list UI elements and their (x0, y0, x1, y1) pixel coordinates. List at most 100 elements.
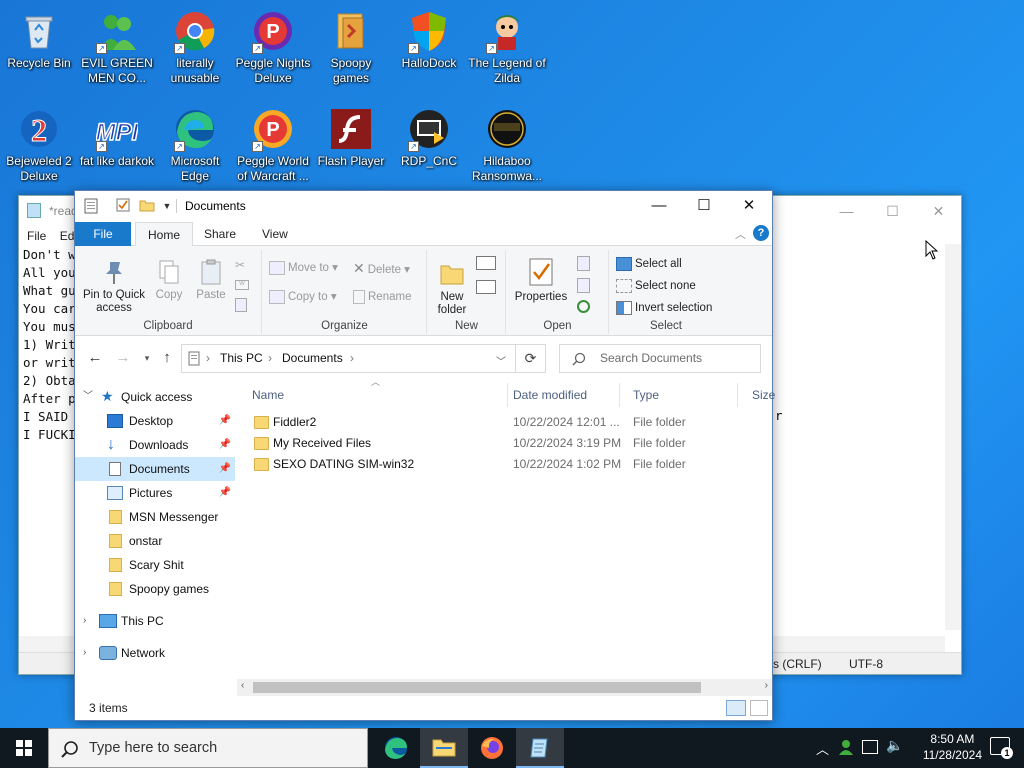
breadcrumb-separator[interactable]: › (268, 351, 272, 365)
expand-chevron-icon[interactable]: › (83, 641, 86, 665)
nav-network[interactable]: › Network (75, 641, 235, 665)
copy-button[interactable]: Copy (153, 258, 185, 302)
scroll-left-arrow-icon[interactable]: ‹ (241, 680, 244, 691)
help-icon[interactable]: ? (753, 225, 769, 241)
rename-button[interactable]: Rename (353, 287, 411, 307)
peggle-wow-shortcut[interactable]: P ↗ Peggle World of Warcraft ... (234, 108, 312, 184)
easy-access-icon[interactable] (476, 280, 496, 294)
history-icon[interactable] (577, 300, 590, 313)
evil-green-men-shortcut[interactable]: ↗ EVIL GREEN MEN CO... (78, 10, 156, 86)
expand-chevron-icon[interactable]: › (83, 609, 86, 633)
network-status-icon[interactable] (862, 740, 878, 754)
column-header-type[interactable]: Type (618, 383, 738, 407)
notepad-maximize-button[interactable]: ☐ (870, 200, 915, 222)
file-row[interactable]: Fiddler2 10/22/2024 12:01 ... File folde… (252, 412, 772, 433)
tab-share[interactable]: Share (192, 222, 248, 246)
taskbar-clock[interactable]: 8:50 AM 11/28/2024 (923, 731, 982, 763)
notepad-menu-file[interactable]: File (27, 229, 46, 243)
explorer-minimize-button[interactable]: — (636, 191, 682, 221)
explorer-maximize-button[interactable]: ☐ (681, 191, 727, 221)
nav-item-documents[interactable]: Documents 📌 (75, 457, 235, 481)
legend-of-zilda-shortcut[interactable]: ↗ The Legend of Zilda (468, 10, 546, 86)
breadcrumb-this-pc[interactable]: This PC (220, 351, 263, 365)
address-history-dropdown[interactable]: ﹀ (496, 353, 506, 368)
forward-button[interactable]: → (113, 348, 133, 368)
hallodock-shortcut[interactable]: ↗ HalloDock (390, 10, 468, 71)
nav-quick-access[interactable]: ﹀ ★ Quick access (75, 385, 235, 409)
scrollbar-thumb[interactable] (253, 682, 701, 693)
large-icons-view-button[interactable] (750, 700, 768, 716)
back-button[interactable]: ← (85, 348, 105, 368)
new-item-icon[interactable] (476, 256, 496, 270)
notepad-close-button[interactable]: ✕ (916, 200, 961, 222)
explorer-close-button[interactable]: ✕ (726, 191, 772, 221)
nav-this-pc[interactable]: › This PC (75, 609, 235, 633)
volume-icon[interactable]: 🔈 (886, 737, 903, 754)
scroll-right-arrow-icon[interactable]: › (765, 680, 768, 691)
file-explorer-window[interactable]: ▼ Documents — ☐ ✕ File Home Share View ︿… (74, 190, 775, 721)
refresh-button[interactable]: ⟳ (516, 344, 546, 373)
breadcrumb-separator[interactable]: › (350, 351, 354, 365)
hildaboo-ransomware-shortcut[interactable]: Hildaboo Ransomwa... (468, 108, 546, 184)
select-all-button[interactable]: Select all (616, 254, 682, 274)
file-list-horizontal-scrollbar[interactable]: ‹ › (237, 679, 772, 696)
nav-item-msn-messenger[interactable]: MSN Messenger (75, 505, 235, 529)
show-hidden-icons-chevron-icon[interactable]: ︿ (816, 739, 829, 758)
properties-checkmark-icon[interactable] (115, 198, 131, 214)
taskbar-search-box[interactable]: Type here to search (48, 728, 368, 768)
taskbar-notepad[interactable] (516, 728, 564, 768)
nav-item-onstar[interactable]: onstar (75, 529, 235, 553)
notepad-text-area[interactable]: Don't w All you What gu You car You mus 1) Wr… (23, 246, 76, 444)
file-row[interactable]: My Received Files 10/22/2024 3:19 PM Fil… (252, 433, 772, 454)
rdp-cnc-shortcut[interactable]: ↗ RDP_CnC (390, 108, 468, 169)
tab-file[interactable]: File (75, 222, 131, 246)
cut-icon[interactable]: ✂ (235, 258, 245, 272)
nav-item-pictures[interactable]: Pictures 📌 (75, 481, 235, 505)
breadcrumb-documents[interactable]: Documents (282, 351, 343, 365)
recycle-bin-shortcut[interactable]: Recycle Bin (0, 10, 78, 71)
nav-item-spoopy-games[interactable]: Spoopy games (75, 577, 235, 601)
flash-player-shortcut[interactable]: Flash Player (312, 108, 390, 169)
new-folder-quick-icon[interactable] (139, 198, 155, 214)
minimize-ribbon-chevron-icon[interactable]: ︿ (735, 226, 746, 242)
copy-path-icon[interactable]: W (235, 280, 249, 290)
paste-button[interactable]: Paste (193, 258, 229, 302)
explorer-titlebar[interactable]: ▼ Documents — ☐ ✕ (75, 191, 772, 222)
recent-locations-dropdown[interactable]: ▾ (137, 348, 157, 368)
literally-unusable-shortcut[interactable]: ↗ literally unusable (156, 10, 234, 86)
tab-view[interactable]: View (250, 222, 300, 246)
collapse-chevron-icon[interactable]: ﹀ (83, 385, 93, 409)
open-icon[interactable] (577, 256, 590, 271)
invert-selection-button[interactable]: Invert selection (616, 298, 712, 318)
file-row[interactable]: SEXO DATING SIM-win32 10/22/2024 1:02 PM… (252, 454, 772, 475)
customize-qat-dropdown-icon[interactable]: ▼ (159, 198, 175, 214)
spoopy-games-folder[interactable]: Spoopy games (312, 10, 390, 86)
up-button[interactable]: ↑ (157, 348, 177, 368)
address-bar[interactable]: › This PC › Documents › ﹀ (181, 344, 516, 373)
tab-home[interactable]: Home (135, 222, 194, 247)
column-header-size[interactable]: Size (737, 383, 777, 407)
edit-icon[interactable] (577, 278, 590, 293)
paste-shortcut-icon[interactable] (235, 298, 247, 312)
pin-to-quick-access-button[interactable]: Pin to Quick access (81, 258, 147, 315)
user-status-icon[interactable] (838, 739, 854, 755)
start-button[interactable] (0, 728, 48, 768)
details-view-button[interactable] (726, 700, 746, 716)
select-none-button[interactable]: Select none (616, 276, 696, 296)
nav-item-scary-shit[interactable]: Scary Shit (75, 553, 235, 577)
move-to-button[interactable]: Move to ▾ (269, 258, 338, 278)
breadcrumb-separator[interactable]: › (206, 351, 210, 365)
delete-button[interactable]: ✕ Delete ▾ (353, 258, 410, 278)
bejeweled-shortcut[interactable]: 2 Bejeweled 2 Deluxe (0, 108, 78, 184)
taskbar-file-explorer[interactable] (420, 728, 468, 768)
action-center-icon[interactable]: 1 (990, 737, 1013, 759)
column-header-date-modified[interactable]: Date modified (498, 383, 620, 407)
nav-item-downloads[interactable]: ↓ Downloads 📌 (75, 433, 235, 457)
taskbar-firefox[interactable] (468, 728, 516, 768)
taskbar-edge[interactable] (372, 728, 420, 768)
peggle-nights-shortcut[interactable]: P ↗ Peggle Nights Deluxe (234, 10, 312, 86)
notepad-minimize-button[interactable]: — (824, 200, 869, 222)
copy-to-button[interactable]: Copy to ▾ (269, 287, 337, 307)
column-header-name[interactable]: Name (237, 383, 508, 407)
properties-button[interactable]: Properties (513, 256, 569, 304)
